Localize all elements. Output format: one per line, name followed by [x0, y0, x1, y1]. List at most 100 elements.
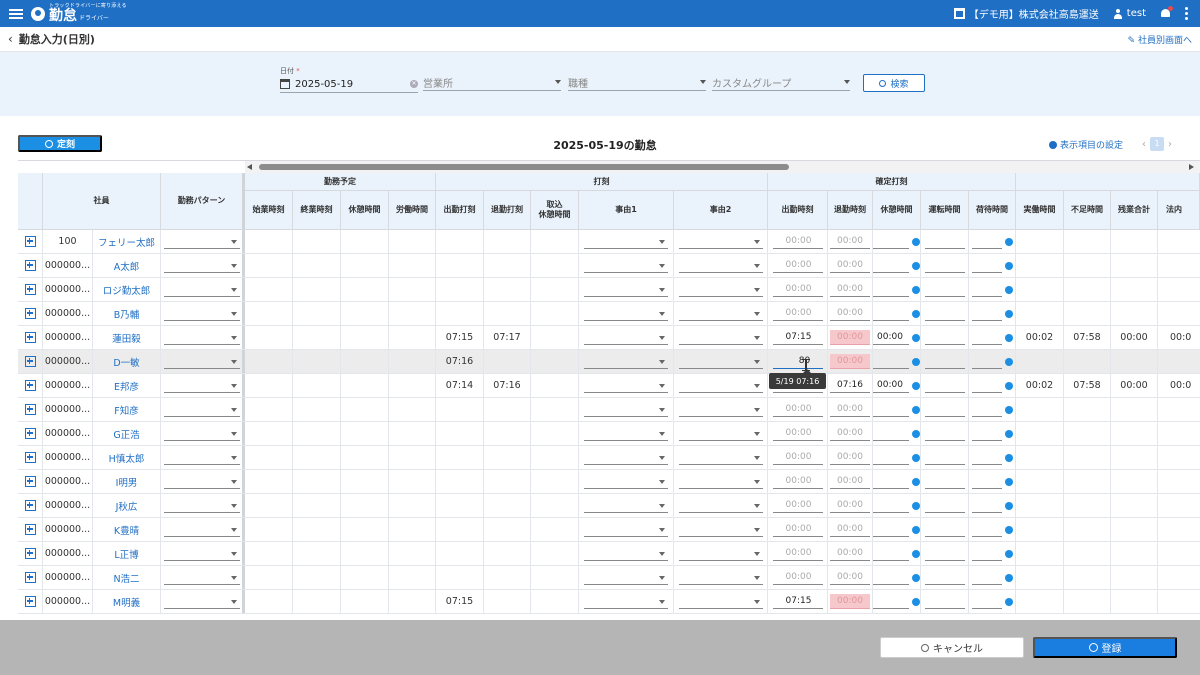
scroll-left-icon[interactable] [247, 164, 252, 170]
info-icon[interactable] [1004, 429, 1013, 438]
expand-icon[interactable] [24, 236, 36, 247]
info-icon[interactable] [1004, 333, 1013, 342]
info-icon[interactable] [912, 333, 920, 342]
conf-in-input[interactable]: 00:00 [772, 402, 823, 417]
conf-cargo-input[interactable] [971, 282, 1002, 297]
conf-break-input[interactable] [873, 498, 909, 513]
conf-drive-input[interactable] [924, 498, 965, 513]
menu-icon[interactable] [9, 8, 23, 19]
conf-out-input[interactable]: 00:00 [830, 594, 870, 609]
conf-drive-input[interactable] [924, 546, 965, 561]
conf-drive-input[interactable] [924, 306, 965, 321]
reason1-select[interactable] [584, 307, 668, 321]
conf-drive-input[interactable] [924, 570, 965, 585]
back-icon[interactable]: ‹ [8, 32, 13, 46]
info-icon[interactable] [1004, 597, 1013, 606]
conf-drive-input[interactable] [924, 378, 965, 393]
conf-cargo-input[interactable] [971, 354, 1002, 369]
pattern-select[interactable] [163, 475, 240, 489]
conf-cargo-input[interactable] [971, 546, 1002, 561]
conf-cargo-input[interactable] [971, 570, 1002, 585]
calendar-icon[interactable] [280, 79, 290, 89]
conf-in-input[interactable]: 00:00 [772, 306, 823, 321]
conf-break-input[interactable] [873, 594, 909, 609]
conf-cargo-input[interactable] [971, 426, 1002, 441]
conf-break-input[interactable] [873, 354, 909, 369]
reason2-select[interactable] [678, 475, 763, 489]
job-select[interactable]: 職種 [568, 74, 706, 91]
more-vert-icon[interactable] [1185, 7, 1188, 20]
reason1-select[interactable] [584, 523, 668, 537]
info-icon[interactable] [912, 285, 920, 294]
conf-in-input[interactable]: 00:00 [772, 282, 823, 297]
pattern-select[interactable] [163, 235, 240, 249]
conf-in-input[interactable]: 00:00 [772, 474, 823, 489]
conf-out-input[interactable]: 00:00 [830, 522, 870, 537]
employee-name[interactable]: J秋広 [93, 494, 161, 517]
info-icon[interactable] [912, 573, 920, 582]
cancel-button[interactable]: キャンセル [880, 637, 1024, 658]
conf-in-input[interactable]: 00:00 [772, 546, 823, 561]
reason2-select[interactable] [678, 307, 763, 321]
employee-name[interactable]: A太郎 [93, 254, 161, 277]
pattern-select[interactable] [163, 331, 240, 345]
conf-break-input[interactable] [873, 546, 909, 561]
reason2-select[interactable] [678, 259, 763, 273]
conf-cargo-input[interactable] [971, 258, 1002, 273]
pattern-select[interactable] [163, 307, 240, 321]
info-icon[interactable] [1004, 237, 1013, 246]
employee-name[interactable]: ロジ勤太郎 [93, 278, 161, 301]
info-icon[interactable] [1004, 501, 1013, 510]
conf-out-input[interactable]: 00:00 [830, 546, 870, 561]
pattern-select[interactable] [163, 379, 240, 393]
conf-cargo-input[interactable] [971, 234, 1002, 249]
pattern-select[interactable] [163, 427, 240, 441]
info-icon[interactable] [912, 597, 920, 606]
conf-out-input[interactable]: 00:00 [830, 354, 870, 369]
conf-cargo-input[interactable] [971, 594, 1002, 609]
conf-out-input[interactable]: 00:00 [830, 234, 870, 249]
conf-drive-input[interactable] [924, 450, 965, 465]
custom-group-select[interactable]: カスタムグループ [712, 74, 850, 91]
conf-break-input[interactable] [873, 570, 909, 585]
pattern-select[interactable] [163, 571, 240, 585]
conf-in-input[interactable]: 07:15 [772, 330, 823, 345]
reason1-select[interactable] [584, 379, 668, 393]
reason1-select[interactable] [584, 235, 668, 249]
reason1-select[interactable] [584, 571, 668, 585]
info-icon[interactable] [1004, 309, 1013, 318]
reason2-select[interactable] [678, 523, 763, 537]
employee-name[interactable]: K豊晴 [93, 518, 161, 541]
expand-icon[interactable] [24, 452, 36, 463]
pattern-select[interactable] [163, 403, 240, 417]
conf-break-input[interactable]: 00:00 [873, 378, 909, 393]
employee-name[interactable]: E邦彦 [93, 374, 161, 397]
conf-out-input[interactable]: 00:00 [830, 474, 870, 489]
conf-in-input[interactable]: 00:00 [772, 426, 823, 441]
reason2-select[interactable] [678, 427, 763, 441]
conf-break-input[interactable] [873, 258, 909, 273]
conf-out-input[interactable]: 00:00 [830, 450, 870, 465]
info-icon[interactable] [1004, 405, 1013, 414]
conf-cargo-input[interactable] [971, 474, 1002, 489]
conf-in-input[interactable]: 00:00 [772, 570, 823, 585]
employee-name[interactable]: F知彦 [93, 398, 161, 421]
company-selector[interactable]: 【デモ用】株式会社高島運送 [953, 6, 1099, 21]
info-icon[interactable] [912, 549, 920, 558]
reason1-select[interactable] [584, 427, 668, 441]
reason1-select[interactable] [584, 475, 668, 489]
conf-in-input[interactable]: 07:15 [772, 594, 823, 609]
conf-in-input[interactable]: 00:00 [772, 522, 823, 537]
info-icon[interactable] [912, 309, 920, 318]
expand-icon[interactable] [24, 524, 36, 535]
employee-name[interactable]: D一敏 [93, 350, 161, 373]
employee-name[interactable]: B乃輔 [93, 302, 161, 325]
info-icon[interactable] [1004, 477, 1013, 486]
expand-icon[interactable] [24, 572, 36, 583]
scroll-right-icon[interactable] [1189, 164, 1194, 170]
info-icon[interactable] [1004, 453, 1013, 462]
reason2-select[interactable] [678, 379, 763, 393]
reason2-select[interactable] [678, 355, 763, 369]
pattern-select[interactable] [163, 451, 240, 465]
expand-icon[interactable] [24, 428, 36, 439]
